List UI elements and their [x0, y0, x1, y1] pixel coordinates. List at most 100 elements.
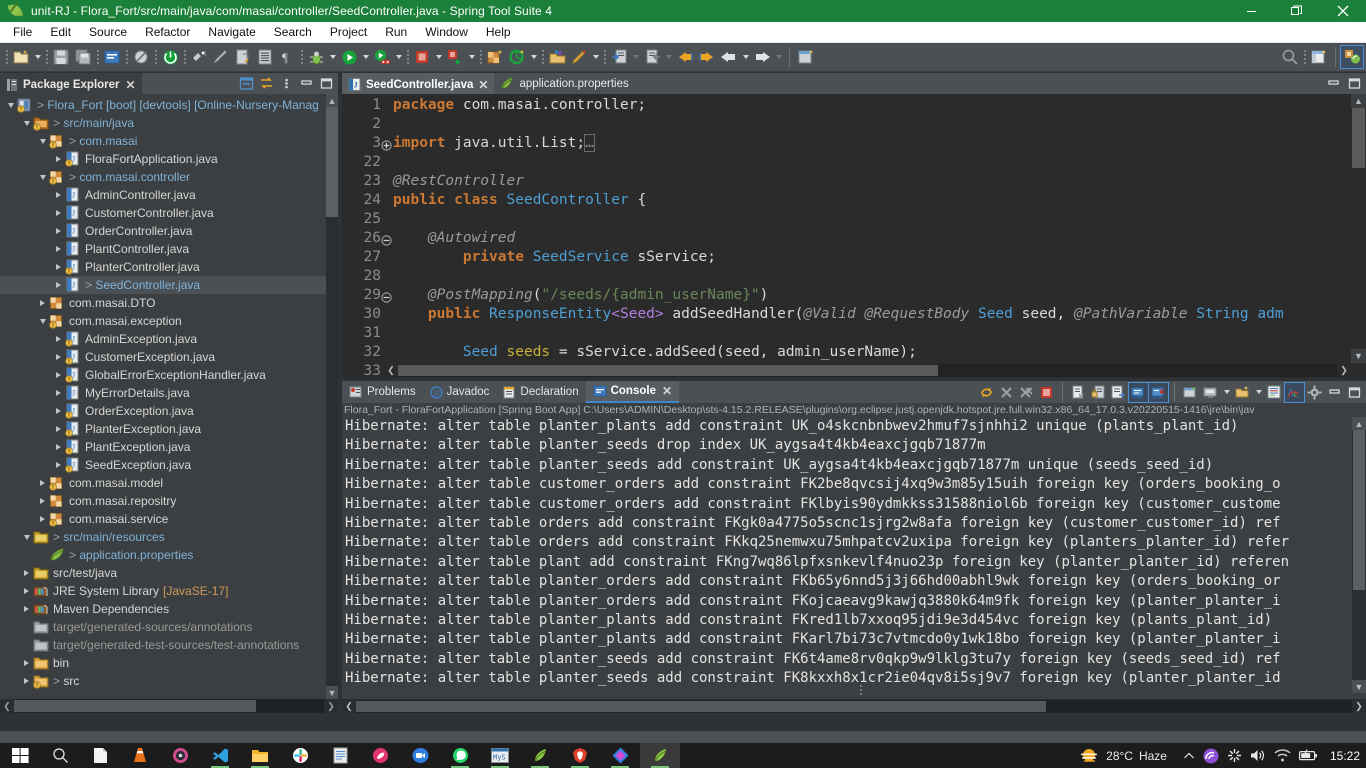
- console-horizontal-scrollbar[interactable]: ❮ ❯: [342, 699, 1366, 713]
- source-code[interactable]: package com.masai.controller; import jav…: [384, 94, 1366, 378]
- code-line[interactable]: [393, 267, 1366, 286]
- chevron-down-icon[interactable]: [36, 132, 49, 150]
- fold-expand-icon[interactable]: [381, 138, 392, 151]
- scroll-thumb[interactable]: [1353, 430, 1365, 590]
- tree-item[interactable]: com.masai.repositry: [0, 492, 338, 510]
- project-tree[interactable]: Flora_Fort [boot] [devtools] [Online-Nur…: [0, 94, 338, 699]
- code-line[interactable]: Seed seeds = sService.addSeed(seed, admi…: [393, 343, 1366, 362]
- scroll-down-icon[interactable]: ▼: [326, 686, 338, 699]
- close-button[interactable]: [1320, 0, 1366, 22]
- open-console-view-icon[interactable]: [1181, 383, 1200, 402]
- pin-console-icon[interactable]: [1128, 381, 1149, 403]
- scroll-thumb[interactable]: [326, 107, 338, 217]
- tree-item[interactable]: src/test/java: [0, 564, 338, 582]
- tree-item[interactable]: J FloraFortApplication.java: [0, 150, 338, 168]
- save-all-icon[interactable]: [72, 46, 94, 68]
- code-area[interactable]: 1 2 3 22 23 24 25 26 27 28 29 30 31 32 33 package com.…: [342, 94, 1366, 378]
- run-dropdown-icon[interactable]: [360, 46, 371, 68]
- editor-horizontal-scrollbar[interactable]: ❮ ❯: [384, 363, 1351, 378]
- tree-item[interactable]: com.masai.service: [0, 510, 338, 528]
- code-line[interactable]: [393, 115, 1366, 134]
- tab-javadoc[interactable]: @ Javadoc: [423, 381, 497, 403]
- scroll-thumb[interactable]: [356, 700, 1046, 712]
- tree-item[interactable]: com.masai.exception: [0, 312, 338, 330]
- run-icon[interactable]: [338, 46, 360, 68]
- code-line[interactable]: @Autowired: [393, 229, 1366, 248]
- marker-pen-dropdown-icon[interactable]: [590, 46, 601, 68]
- tree-item[interactable]: src/main/resources: [0, 528, 338, 546]
- relaunch-icon[interactable]: [977, 383, 996, 402]
- onedrive-tray-icon[interactable]: [1227, 743, 1242, 768]
- menu-help[interactable]: Help: [477, 23, 520, 42]
- back-history-icon[interactable]: [674, 46, 696, 68]
- chevron-right-icon[interactable]: [52, 402, 65, 420]
- back-icon[interactable]: [718, 46, 740, 68]
- tree-item[interactable]: com.masai.DTO: [0, 294, 338, 312]
- code-line[interactable]: @RestController: [393, 172, 1366, 191]
- package-explorer-horizontal-scrollbar[interactable]: ❮ ❯: [0, 699, 338, 713]
- chevron-right-icon[interactable]: [52, 222, 65, 240]
- chevron-right-icon[interactable]: [36, 492, 49, 510]
- chevron-right-icon[interactable]: [52, 330, 65, 348]
- new-console-view-icon[interactable]: [1233, 383, 1252, 402]
- previous-annotation-icon[interactable]: [641, 46, 663, 68]
- code-line[interactable]: @PostMapping("/seeds/{admin_userName}"): [393, 286, 1366, 305]
- volume-icon[interactable]: [1250, 743, 1266, 768]
- chevron-right-icon[interactable]: [52, 348, 65, 366]
- code-line[interactable]: public ResponseEntity<Seed> addSeedHandl…: [393, 305, 1366, 324]
- pilcrow-icon[interactable]: ¶: [276, 46, 298, 68]
- code-line[interactable]: [393, 324, 1366, 343]
- maximize-view-icon[interactable]: [317, 74, 336, 93]
- postman-icon[interactable]: [360, 743, 400, 768]
- word-wrap-icon[interactable]: [1265, 383, 1284, 402]
- minimize-view-icon[interactable]: [297, 74, 316, 93]
- debug-dropdown-icon[interactable]: [327, 46, 338, 68]
- code-line[interactable]: package com.masai.controller;: [393, 96, 1366, 115]
- tree-item[interactable]: J CustomerController.java: [0, 204, 338, 222]
- chevron-down-icon[interactable]: [36, 312, 49, 330]
- close-console-icon[interactable]: [1148, 381, 1169, 403]
- save-icon[interactable]: [50, 46, 72, 68]
- tree-item[interactable]: J PlanterException.java: [0, 420, 338, 438]
- marker-pen-icon[interactable]: [568, 46, 590, 68]
- tree-item[interactable]: J PlantController.java: [0, 240, 338, 258]
- scroll-left-icon[interactable]: ❮: [342, 701, 356, 712]
- tab-seedcontroller-java[interactable]: J SeedController.java ✕: [342, 73, 495, 94]
- chevron-down-icon[interactable]: [20, 114, 33, 132]
- vlc-cone-icon[interactable]: [120, 743, 160, 768]
- run-as-server-icon[interactable]: [371, 46, 393, 68]
- code-line[interactable]: public class SeedController {: [393, 191, 1366, 210]
- view-menu-icon[interactable]: [277, 74, 296, 93]
- maximize-editor-icon[interactable]: [1345, 74, 1364, 93]
- weather-widget[interactable]: 28°C Haze: [1070, 747, 1175, 765]
- chevron-right-icon[interactable]: [36, 294, 49, 312]
- scroll-left-icon[interactable]: ❮: [384, 365, 398, 376]
- menu-edit[interactable]: Edit: [41, 23, 80, 42]
- menu-window[interactable]: Window: [416, 23, 477, 42]
- tab-declaration[interactable]: Declaration: [496, 381, 585, 403]
- show-hidden-icons-chevron-icon[interactable]: [1183, 743, 1195, 768]
- open-perspective-add-icon[interactable]: [795, 46, 817, 68]
- menu-project[interactable]: Project: [321, 23, 376, 42]
- chevron-right-icon[interactable]: [52, 438, 65, 456]
- chevron-down-icon[interactable]: [4, 96, 17, 114]
- chevron-right-icon[interactable]: [20, 564, 33, 582]
- scroll-thumb[interactable]: [398, 365, 938, 376]
- tree-item[interactable]: application.properties: [0, 546, 338, 564]
- clock[interactable]: 15:22: [1326, 749, 1360, 763]
- fold-collapse-icon[interactable]: [381, 290, 392, 303]
- chevron-right-icon[interactable]: [20, 582, 33, 600]
- task-spring-tool-suite[interactable]: [640, 743, 680, 768]
- code-line[interactable]: [393, 210, 1366, 229]
- tree-item[interactable]: com.masai.controller: [0, 168, 338, 186]
- next-annotation-icon[interactable]: [608, 46, 630, 68]
- clear-console-icon[interactable]: [1069, 383, 1088, 402]
- tree-item[interactable]: Maven Dependencies: [0, 600, 338, 618]
- new-java-project-dropdown-icon[interactable]: [528, 46, 539, 68]
- tab-package-explorer[interactable]: Package Explorer ✕: [0, 73, 142, 94]
- code-line[interactable]: [393, 153, 1366, 172]
- chevron-right-icon[interactable]: [52, 258, 65, 276]
- stop-icon[interactable]: [1037, 383, 1056, 402]
- chevron-down-icon[interactable]: [36, 168, 49, 186]
- tab-application-properties[interactable]: application.properties: [494, 73, 635, 94]
